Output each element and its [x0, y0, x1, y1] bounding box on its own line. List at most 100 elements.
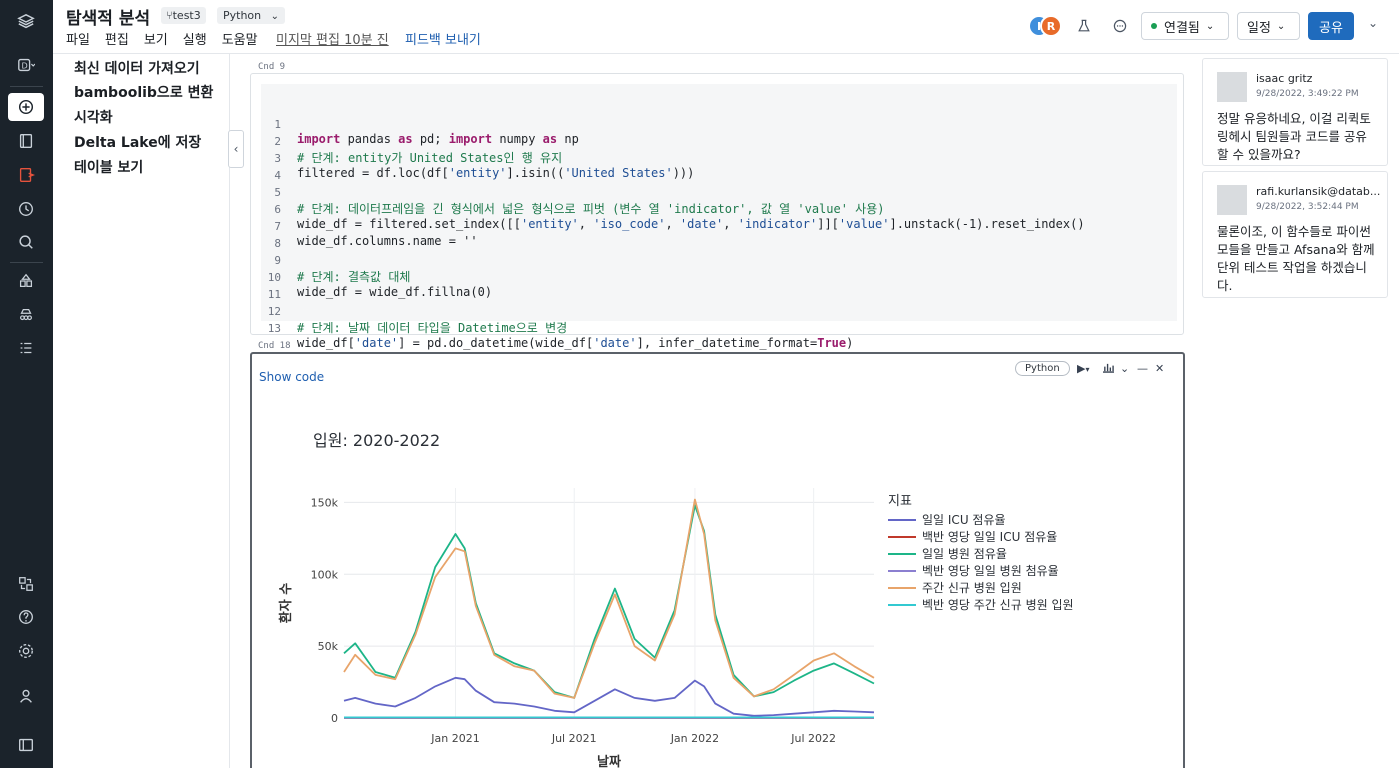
legend-item: 백반 영당 일일 ICU 점유율 — [922, 530, 1057, 544]
code-line: 5 # 단계: 데이터프레임을 긴 형식에서 넓은 형식으로 피벗 (변수 열 … — [261, 172, 884, 216]
left-nav-rail: D — [0, 0, 53, 768]
comments-panel: isaac gritz 9/28/2022, 3:49:22 PM 정말 유응하… — [1193, 54, 1399, 768]
schedule-button[interactable]: 일정 ⌄ — [1237, 12, 1300, 40]
menu-file[interactable]: 파일 — [66, 29, 90, 48]
comments-icon[interactable] — [1110, 16, 1130, 36]
feedback-link[interactable]: 피드백 보내기 — [405, 29, 481, 48]
code-line: 2 # 단계: entity가 United States인 행 유지 — [261, 121, 562, 165]
code-line: 3 filtered = df.loc(df['entity'].isin(('… — [261, 138, 694, 180]
new-icon[interactable] — [8, 93, 44, 121]
code-line: 12 # 단계: 날짜 데이터 타입을 Datetime으로 변경 — [261, 291, 567, 335]
legend-title: 지표 — [888, 494, 912, 509]
code-line: 13 wide_df['date'] = pd.do_datetime(wide… — [261, 308, 854, 350]
comment-body: 정말 유응하네요, 이걸 리퀵토 링헤시 팀원들과 코드를 공유 할 수 있을까… — [1217, 111, 1371, 162]
x-tick-label: Jan 2021 — [430, 732, 479, 745]
legend-item: 일일 병원 점유율 — [922, 547, 1007, 561]
experiment-flask-icon[interactable] — [1074, 16, 1094, 36]
chevron-down-icon: ⌄ — [270, 11, 280, 22]
code-cell[interactable]: 1 import pandas as pd; import numpy as n… — [250, 73, 1184, 350]
menu-view[interactable]: 보기 — [144, 29, 168, 48]
clusters-icon[interactable] — [8, 301, 44, 329]
x-tick-label: Jul 2021 — [551, 732, 597, 745]
avatar — [1217, 72, 1247, 102]
last-edit-link[interactable]: 미지막 편집 10분 진 — [276, 29, 389, 48]
cluster-connection-button[interactable]: 연결됨 ⌄ — [1141, 12, 1229, 40]
collaborator-avatars[interactable]: I R — [1028, 15, 1066, 39]
menu-run[interactable]: 실행 — [183, 29, 207, 48]
line-chart: 입원: 2020-2022 0 50k 100k 150k Jan 2021 Jul 202… — [278, 431, 1074, 768]
chevron-down-icon[interactable]: ⌄ — [1368, 16, 1378, 30]
language-selector[interactable]: Python ⌄ — [217, 7, 286, 24]
cell-label: Cnd 18 — [258, 341, 291, 351]
collapse-toc-button[interactable]: ‹ — [228, 130, 244, 168]
y-tick-label: 150k — [311, 496, 339, 509]
code-line: 8 — [261, 223, 319, 250]
svg-text:D: D — [22, 61, 28, 71]
menu-bar: 파일 편집 보기 실행 도움말 — [66, 29, 273, 48]
toc-item[interactable]: bamboolib으로 변환 — [74, 82, 213, 102]
menu-edit[interactable]: 편집 — [105, 29, 129, 48]
y-tick-label: 0 — [331, 712, 338, 725]
toc-item[interactable]: 테이블 보기 — [74, 157, 143, 177]
avatar — [1217, 185, 1247, 215]
status-dot-icon — [1151, 23, 1157, 29]
code-line: 9 # 단계: 결측값 대체 — [261, 240, 410, 284]
language-label: Python — [223, 9, 262, 22]
workspace-logo[interactable] — [8, 8, 44, 36]
toc-item[interactable]: Delta Lake에 저장 — [74, 132, 201, 152]
git-branch-icon: ⑂ — [166, 9, 173, 22]
partner-connect-icon[interactable] — [8, 570, 44, 598]
comment[interactable]: isaac gritz 9/28/2022, 3:49:22 PM 정말 유응하… — [1202, 58, 1388, 166]
legend-item: 벡반 영당 주간 신규 병원 입원 — [922, 598, 1074, 612]
notebook-header: 탐색적 분석 ⑂test3 Python ⌄ 파일 편집 보기 실행 도움말 미… — [53, 0, 1399, 54]
chevron-left-icon: ‹ — [233, 142, 239, 156]
x-axis-label: 날짜 — [597, 754, 621, 768]
data-icon[interactable] — [8, 267, 44, 295]
chevron-down-icon: ⌄ — [1205, 20, 1215, 32]
layers-icon — [17, 13, 35, 29]
x-tick-label: Jul 2022 — [790, 732, 836, 745]
jobs-icon[interactable] — [8, 334, 44, 362]
legend-item: 벡반 영당 일일 병원 첨유율 — [922, 564, 1059, 578]
comment[interactable]: rafi.kurlansik@datab... 9/28/2022, 3:52:… — [1202, 171, 1388, 298]
settings-icon[interactable] — [8, 637, 44, 665]
share-button[interactable]: 공유 — [1308, 12, 1354, 40]
code-line: 6 wide_df = filtered.set_index([['entity… — [261, 189, 1084, 231]
schedule-label: 일정 — [1247, 20, 1271, 36]
chart-title: 입원: 2020-2022 — [313, 431, 440, 450]
comment-author: rafi.kurlansik@datab... — [1256, 185, 1381, 198]
data-science-icon[interactable]: D — [8, 51, 44, 79]
collapse-sidebar-icon[interactable] — [8, 731, 44, 759]
toc-item[interactable]: 시각화 — [74, 107, 113, 127]
account-icon[interactable] — [8, 682, 44, 710]
code-line: 10 wide_df = wide_df.fillna(0) — [261, 257, 492, 299]
avatar: R — [1040, 15, 1062, 37]
comment-body: 물론이조, 이 함수들로 파이썬 모들을 만들고 Afsana와 함께 단위 테… — [1217, 224, 1375, 293]
series-line — [343, 498, 875, 699]
comment-time: 9/28/2022, 3:52:44 PM — [1256, 202, 1359, 212]
code-line: 7 wide_df.columns.name = '' — [261, 206, 477, 248]
code-line: 4 — [261, 155, 319, 182]
table-of-contents: 최신 데이터 가져오기 bamboolib으로 변환 시각화 Delta Lak… — [53, 54, 230, 768]
branch-badge[interactable]: ⑂test3 — [161, 7, 206, 24]
branch-name: test3 — [172, 9, 201, 22]
recents-icon[interactable] — [8, 195, 44, 223]
chevron-down-icon: ⌄ — [1276, 20, 1286, 32]
x-tick-label: Jan 2022 — [670, 732, 719, 745]
notebook-title[interactable]: 탐색적 분석 — [66, 4, 150, 29]
y-axis-label: 환자 수 — [278, 583, 294, 623]
code-editor[interactable]: 1 import pandas as pd; import numpy as n… — [261, 84, 1177, 350]
chart-cell[interactable]: Show code Python ▶▾ ⌄ — ✕ 입원: 2020-2022 0… — [250, 352, 1185, 768]
code-line: 1 import pandas as pd; import numpy as n… — [261, 104, 578, 146]
search-icon[interactable] — [8, 228, 44, 256]
line-number: 13 — [267, 322, 281, 335]
comment-author: isaac gritz — [1256, 72, 1313, 85]
comment-time: 9/28/2022, 3:49:22 PM — [1256, 89, 1359, 99]
legend-item: 일일 ICU 점유율 — [922, 513, 1006, 527]
notebook-icon[interactable] — [8, 127, 44, 155]
toc-item[interactable]: 최신 데이터 가져오기 — [74, 58, 200, 78]
menu-help[interactable]: 도움말 — [222, 29, 258, 48]
help-icon[interactable] — [8, 603, 44, 631]
repos-icon[interactable] — [8, 161, 44, 189]
connection-label: 연결됨 — [1164, 20, 1200, 36]
